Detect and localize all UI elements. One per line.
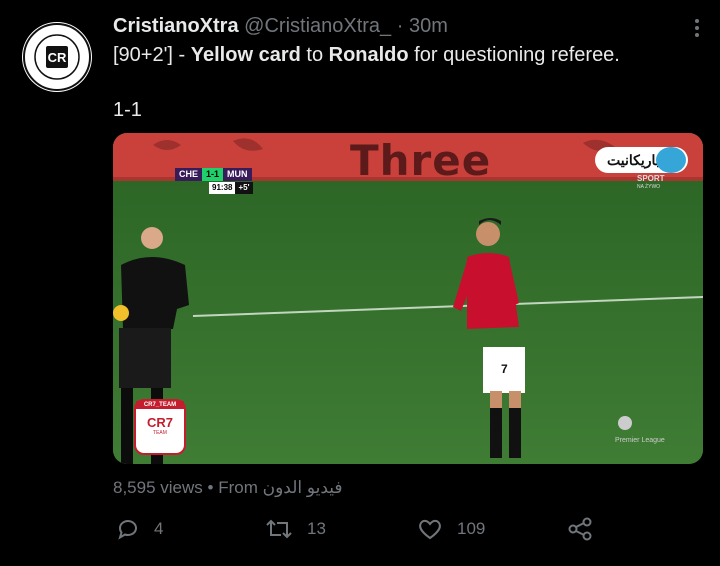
heart-icon [419,519,441,540]
scoreboard: CHE 1-1 MUN [175,168,252,181]
like-button[interactable]: 109 [417,516,485,542]
tweet-score-line: 1-1 [113,99,142,121]
avatar-center-text: CR [48,50,67,65]
channel-logo-icon [656,147,686,173]
view-count: 8,595 views • From فيديو الدون [113,478,343,497]
home-team: CHE [175,168,203,181]
retweet-button[interactable]: 13 [265,516,326,542]
channel-label: SPORT [637,174,665,183]
tweet-header: CristianoXtra @CristianoXtra_ · 30m [113,15,448,37]
tweet-time[interactable]: 30m [409,15,448,37]
share-button[interactable] [567,516,607,542]
cristianoxtra-logo: CR [23,23,91,91]
player-number: 7 [501,362,508,376]
reply-icon [118,520,137,540]
avatar[interactable]: CR [22,22,92,92]
away-team: MUN [223,168,252,181]
cr7-team-stamp: CR7_TEAM CR7 TEAM [134,399,186,455]
reply-button[interactable]: 4 [116,516,163,542]
premier-league-logo [618,416,632,430]
channel-sub-label: NA ŻYWO [637,184,661,190]
author-handle[interactable]: @CristianoXtra_ [244,15,391,37]
action-bar: 4 13 109 [0,510,720,550]
premier-league-label: Premier League [615,437,665,444]
retweet-icon [266,519,292,539]
tweet-text: [90+2'] - Yellow card to Ronaldo for que… [113,44,620,66]
more-options-icon[interactable] [692,16,702,40]
match-clock: 91:38 +5' [209,182,253,194]
share-icon [568,517,592,541]
sponsor-board: Three [350,136,492,185]
author-name[interactable]: CristianoXtra [113,15,239,37]
video-player[interactable]: 7 Three CHE 1-1 MUN 91:38 +5' باريكانيت … [113,133,703,464]
match-score: 1-1 [202,168,224,181]
source-link[interactable]: فيديو الدون [263,478,343,497]
